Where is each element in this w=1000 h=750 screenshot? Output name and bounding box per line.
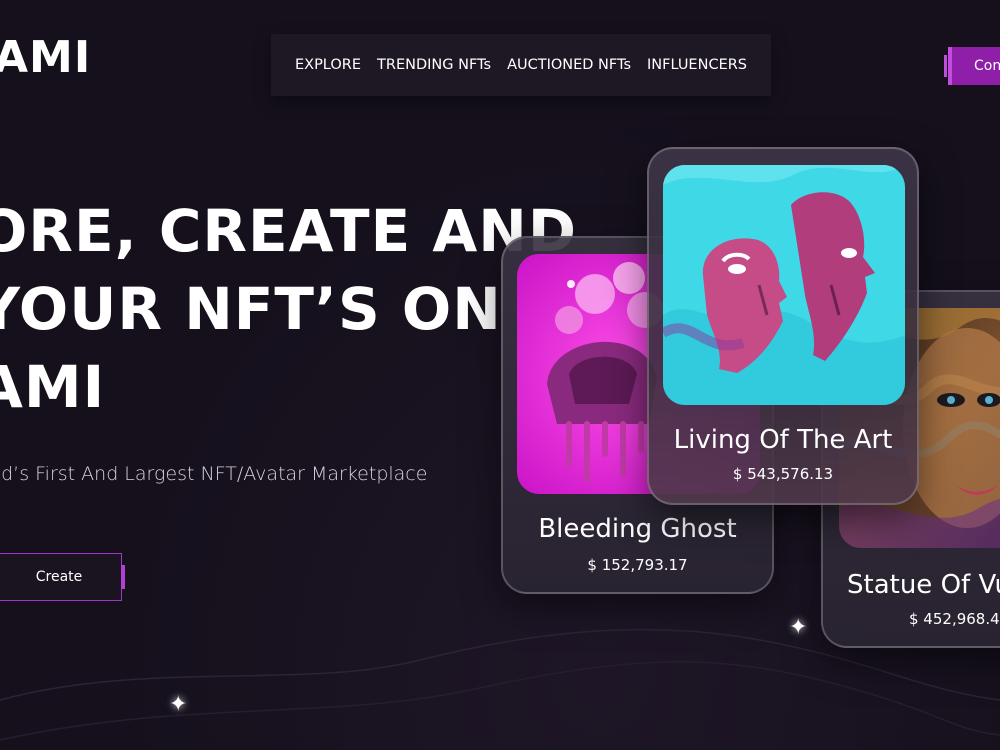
nft-art-living-of-the-art [663, 165, 905, 405]
nft-card-living-of-the-art[interactable]: Living Of The Art $ 543,576.13 [647, 147, 919, 505]
nft-card-statue-name: Statue Of Vu [847, 570, 1000, 600]
nav-trending-nfts[interactable]: TRENDING NFTs [377, 57, 491, 73]
nft-card-living-of-the-art-price: $ 543,576.13 [732, 465, 834, 483]
create-button[interactable]: Create [0, 553, 125, 601]
connect-wallet-label: Conn [974, 58, 1000, 74]
hero-title-line-2: YOUR NFT’S ON [0, 275, 502, 343]
nft-card-statue-price: $ 452,968.46 [909, 610, 1000, 628]
landing-page: AMI EXPLORE TRENDING NFTs AUCTIONED NFTs… [0, 0, 1000, 750]
main-nav: EXPLORE TRENDING NFTs AUCTIONED NFTs INF… [271, 34, 771, 96]
nft-card-bleeding-ghost-name: Bleeding Ghost [538, 514, 737, 544]
hero-title-line-1: ORE, CREATE AND [0, 197, 577, 265]
nav-auctioned-nfts[interactable]: AUCTIONED NFTs [507, 57, 631, 73]
sparkle-icon: ✦ [169, 692, 188, 717]
connect-wallet-button[interactable]: Conn [944, 47, 1000, 85]
nav-explore[interactable]: EXPLORE [295, 57, 361, 73]
create-button-label: Create [35, 569, 83, 585]
nft-card-bleeding-ghost-price: $ 152,793.17 [587, 556, 688, 574]
hero-subtitle: rld’s First And Largest NFT/Avatar Marke… [0, 463, 428, 485]
nav-influencers[interactable]: INFLUENCERS [647, 57, 747, 73]
nft-card-living-of-the-art-name: Living Of The Art [673, 425, 893, 455]
hero-title-line-3: AMI [0, 353, 106, 421]
brand-logo[interactable]: AMI [0, 36, 91, 80]
hero-title: ORE, CREATE AND YOUR NFT’S ON AMI [0, 192, 577, 426]
sparkle-icon: ✦ [789, 615, 808, 640]
